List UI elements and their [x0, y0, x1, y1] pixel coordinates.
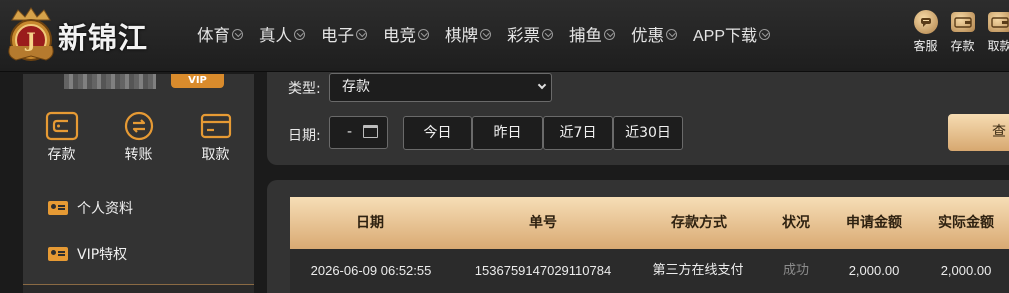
- username-blurred: [64, 74, 156, 89]
- sidebar-item-profile[interactable]: 个人资料: [48, 198, 133, 218]
- nav-label: 真人: [259, 26, 292, 45]
- nav-label: 优惠: [631, 26, 664, 45]
- filter-panel: 类型: 存款 日期: - 今日 昨日 近7日 近30日 查: [267, 72, 1009, 165]
- sidebar-transfer-button[interactable]: 转账: [100, 110, 177, 164]
- table-header: 日期 单号 存款方式 状况 申请金额 实际金额: [290, 197, 1009, 249]
- range-yesterday-button[interactable]: 昨日: [472, 116, 543, 150]
- quick-label: 存款: [47, 147, 76, 163]
- date-picker[interactable]: -: [329, 116, 388, 149]
- chevron-down-icon: [356, 28, 367, 40]
- search-button[interactable]: 查: [948, 114, 1009, 151]
- type-select-value: 存款: [342, 79, 370, 95]
- cell-request-amount: 2,000.00: [848, 263, 900, 278]
- header-actions: 客服 存款 取款: [907, 10, 1009, 54]
- account-sidebar: VIP 存款 转账 取款 个人资料 VIP特权: [23, 74, 254, 293]
- column-header-status: 状况: [782, 215, 810, 231]
- type-select[interactable]: 存款: [329, 73, 552, 102]
- nav-item-fishing[interactable]: 捕鱼: [569, 22, 615, 46]
- chevron-down-icon: [418, 28, 429, 40]
- chat-icon: [913, 10, 938, 34]
- top-nav-bar: J 新锦江 体育 真人 电子 电竞 棋牌 彩票 捕鱼 优惠 APP下载 客服 存…: [0, 0, 1009, 72]
- sidebar-item-label: VIP特权: [77, 247, 128, 263]
- sidebar-deposit-button[interactable]: 存款: [23, 110, 100, 164]
- nav-label: APP下载: [693, 28, 758, 45]
- chevron-down-icon: [604, 28, 615, 40]
- cell-status: 成功: [782, 263, 810, 278]
- nav-label: 电竞: [383, 26, 416, 45]
- nav-item-cards[interactable]: 棋牌: [445, 22, 491, 46]
- brand-logo[interactable]: J 新锦江: [6, 6, 148, 62]
- vip-card-icon: [48, 247, 68, 261]
- date-value: -: [347, 124, 353, 140]
- cell-date: 2026-06-09 06:52:55: [310, 263, 432, 278]
- sidebar-withdraw-button[interactable]: 取款: [177, 110, 254, 164]
- action-label: 取款: [987, 39, 1009, 53]
- customer-service-button[interactable]: 客服: [907, 10, 944, 54]
- cell-method: 第三方在线支付: [652, 263, 744, 278]
- nav-item-slots[interactable]: 电子: [321, 22, 367, 46]
- sidebar-item-label: 个人资料: [77, 201, 133, 217]
- header-deposit-button[interactable]: 存款: [944, 10, 981, 54]
- wallet-icon: [45, 111, 78, 141]
- nav-label: 彩票: [507, 26, 540, 45]
- column-header-date: 日期: [356, 215, 384, 231]
- quick-actions: 存款 转账 取款: [23, 110, 254, 164]
- records-panel: 日期 单号 存款方式 状况 申请金额 实际金额 2026-06-09 06:52…: [267, 180, 1009, 293]
- date-label: 日期:: [288, 128, 321, 144]
- brand-name: 新锦江: [58, 21, 149, 55]
- wallet-icon: [987, 12, 1009, 32]
- calendar-icon: [363, 125, 378, 138]
- nav-item-lottery[interactable]: 彩票: [507, 22, 553, 46]
- nav-label: 体育: [197, 26, 230, 45]
- nav-label: 电子: [321, 26, 354, 45]
- card-icon: [200, 113, 231, 139]
- quick-label: 转账: [124, 147, 153, 163]
- sidebar-divider: [23, 284, 254, 293]
- range-7days-button[interactable]: 近7日: [543, 116, 613, 150]
- column-header-method: 存款方式: [671, 215, 727, 231]
- header-withdraw-button[interactable]: 取款: [981, 10, 1009, 54]
- wallet-icon: [950, 12, 975, 32]
- quick-label: 取款: [201, 147, 230, 163]
- transfer-icon: [124, 111, 153, 141]
- cell-actual-amount: 2,000.00: [940, 263, 992, 278]
- chevron-down-icon: [480, 28, 491, 40]
- nav-item-app-download[interactable]: APP下载: [693, 22, 771, 46]
- nav-item-sports[interactable]: 体育: [197, 22, 243, 46]
- nav-label: 棋牌: [445, 26, 478, 45]
- nav-item-promotions[interactable]: 优惠: [631, 22, 677, 46]
- column-header-order-no: 单号: [529, 215, 557, 231]
- cell-order-no: 1536759147029110784: [474, 263, 612, 278]
- main-nav: 体育 真人 电子 电竞 棋牌 彩票 捕鱼 优惠 APP下载: [197, 22, 786, 46]
- nav-item-esports[interactable]: 电竞: [383, 22, 429, 46]
- table-row: 2026-06-09 06:52:55 1536759147029110784 …: [290, 249, 1009, 293]
- chevron-down-icon: [537, 80, 547, 90]
- range-30days-button[interactable]: 近30日: [613, 116, 683, 150]
- action-label: 客服: [913, 39, 938, 53]
- chevron-down-icon: [759, 28, 771, 40]
- chevron-down-icon: [542, 28, 553, 40]
- chevron-down-icon: [294, 28, 305, 40]
- chevron-down-icon: [666, 28, 677, 40]
- nav-label: 捕鱼: [569, 26, 602, 45]
- column-header-request-amount: 申请金额: [846, 215, 902, 231]
- type-label: 类型:: [288, 81, 321, 97]
- sidebar-item-vip[interactable]: VIP特权: [48, 244, 127, 264]
- vip-level-badge: VIP: [171, 74, 224, 88]
- nav-item-live[interactable]: 真人: [259, 22, 305, 46]
- profile-card-icon: [48, 201, 68, 215]
- svg-text:J: J: [24, 28, 35, 52]
- action-label: 存款: [950, 39, 975, 53]
- chevron-down-icon: [232, 28, 243, 40]
- column-header-actual-amount: 实际金额: [938, 215, 994, 231]
- range-today-button[interactable]: 今日: [403, 116, 472, 150]
- brand-badge-icon: J: [6, 6, 56, 62]
